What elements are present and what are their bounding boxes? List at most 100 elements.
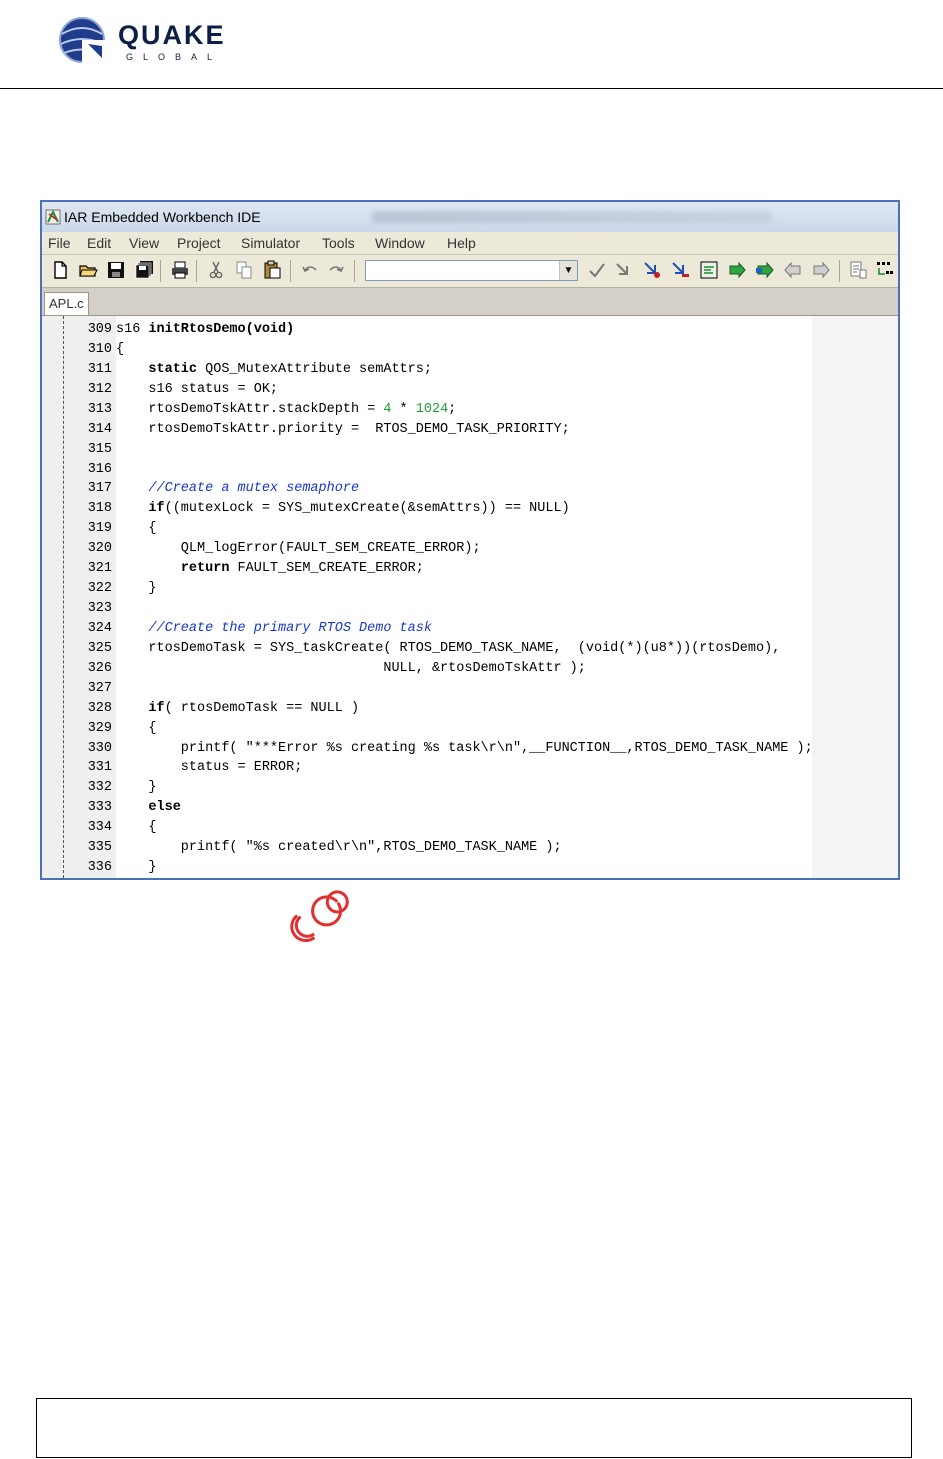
menu-file[interactable]: File bbox=[48, 235, 71, 251]
code-line[interactable]: 310{ bbox=[42, 340, 898, 360]
header-divider bbox=[0, 88, 943, 89]
code-line[interactable]: 317 //Create a mutex semaphore bbox=[42, 479, 898, 499]
code-line[interactable]: 328 if( rtosDemoTask == NULL ) bbox=[42, 699, 898, 719]
copy-icon[interactable] bbox=[234, 260, 254, 280]
code-token: { bbox=[116, 341, 125, 357]
code-line[interactable]: 323 bbox=[42, 599, 898, 619]
new-file-icon[interactable] bbox=[50, 260, 70, 280]
line-number: 311 bbox=[87, 361, 112, 377]
code-line[interactable]: 330 printf( "***Error %s creating %s tas… bbox=[42, 739, 898, 759]
code-line[interactable]: 325 rtosDemoTask = SYS_taskCreate( RTOS_… bbox=[42, 639, 898, 659]
code-line[interactable]: 335 printf( "%s created\r\n",RTOS_DEMO_T… bbox=[42, 838, 898, 858]
code-token: ((mutexLock = SYS_mutexCreate(&semAttrs)… bbox=[164, 501, 570, 517]
code-line[interactable]: 336 } bbox=[42, 858, 898, 878]
quake-global-logo: QUAKE GLOBAL bbox=[58, 14, 278, 70]
save-icon[interactable] bbox=[106, 260, 126, 280]
line-number: 336 bbox=[87, 860, 112, 876]
code-keyword: static bbox=[148, 361, 198, 377]
find-combo[interactable]: ▼ bbox=[365, 260, 578, 281]
code-line[interactable]: 329 { bbox=[42, 719, 898, 739]
file-tab-strip: APL.c bbox=[42, 288, 898, 316]
line-number: 329 bbox=[87, 720, 112, 736]
code-text: rtosDemoTskAttr.priority = RTOS_DEMO_TAS… bbox=[116, 420, 570, 440]
bookmark-next-icon[interactable] bbox=[670, 260, 690, 280]
paste-icon[interactable] bbox=[262, 260, 282, 280]
code-token: FAULT_SEM_CREATE_ERROR; bbox=[229, 561, 424, 577]
toolbar-separator bbox=[160, 260, 161, 282]
menu-view[interactable]: View bbox=[129, 235, 159, 251]
title-bar: IAR Embedded Workbench IDE bbox=[42, 202, 898, 232]
code-token: s16 bbox=[116, 322, 149, 337]
code-line[interactable]: 331 status = ERROR; bbox=[42, 758, 898, 778]
menu-simulator[interactable]: Simulator bbox=[241, 235, 300, 251]
registers-icon[interactable] bbox=[875, 260, 895, 280]
code-token: QOS_MutexAttribute semAttrs; bbox=[197, 361, 432, 377]
code-line[interactable]: 314 rtosDemoTskAttr.priority = RTOS_DEMO… bbox=[42, 420, 898, 440]
code-line[interactable]: 322 } bbox=[42, 579, 898, 599]
menu-project[interactable]: Project bbox=[177, 235, 221, 251]
bookmark-toggle-icon[interactable] bbox=[642, 260, 662, 280]
open-folder-icon[interactable] bbox=[78, 260, 98, 280]
code-line[interactable]: 319 { bbox=[42, 519, 898, 539]
line-number: 322 bbox=[87, 581, 112, 597]
line-number: 321 bbox=[87, 561, 112, 577]
code-text: { bbox=[116, 719, 157, 739]
code-line[interactable]: 320 QLM_logError(FAULT_SEM_CREATE_ERROR)… bbox=[42, 539, 898, 559]
code-token: { bbox=[116, 820, 157, 836]
menu-edit[interactable]: Edit bbox=[87, 235, 111, 251]
code-token: rtosDemoTask = SYS_taskCreate( RTOS_DEMO… bbox=[116, 640, 781, 656]
toolbar-separator bbox=[196, 260, 197, 282]
arrow-down-right-icon[interactable] bbox=[613, 260, 633, 280]
brand-sub: GLOBAL bbox=[126, 52, 223, 62]
code-editor[interactable]: 309 s16 initRtosDemo(void) 310{311 static … bbox=[42, 316, 898, 878]
code-keyword: else bbox=[148, 800, 181, 816]
code-line[interactable]: 311 static QOS_MutexAttribute semAttrs; bbox=[42, 360, 898, 380]
code-line[interactable]: 326 NULL, &rtosDemoTskAttr ); bbox=[42, 659, 898, 679]
line-number: 317 bbox=[87, 481, 112, 497]
code-line[interactable]: 315 bbox=[42, 440, 898, 460]
code-line[interactable]: 321 return FAULT_SEM_CREATE_ERROR; bbox=[42, 559, 898, 579]
code-token: { bbox=[116, 720, 157, 736]
save-all-icon[interactable] bbox=[134, 260, 154, 280]
code-line[interactable]: 334 { bbox=[42, 818, 898, 838]
code-line[interactable]: 327 bbox=[42, 679, 898, 699]
redo-icon[interactable] bbox=[326, 260, 346, 280]
blurred-background-title bbox=[372, 211, 772, 223]
code-line[interactable]: 332 } bbox=[42, 778, 898, 798]
print-icon[interactable] bbox=[170, 260, 190, 280]
code-comment: //Create the primary RTOS Demo task bbox=[148, 620, 432, 636]
globe-logo-icon bbox=[59, 17, 106, 64]
step-forward-icon[interactable] bbox=[811, 260, 831, 280]
chevron-down-icon[interactable]: ▼ bbox=[559, 261, 577, 280]
code-line[interactable]: 333 else bbox=[42, 798, 898, 818]
line-number: 314 bbox=[87, 421, 112, 437]
code-line[interactable]: 318 if((mutexLock = SYS_mutexCreate(&sem… bbox=[42, 499, 898, 519]
code-line[interactable]: 309 s16 initRtosDemo(void) bbox=[42, 320, 898, 340]
code-line[interactable]: 313 rtosDemoTskAttr.stackDepth = 4 * 102… bbox=[42, 400, 898, 420]
check-mark-icon[interactable] bbox=[587, 260, 607, 280]
make-icon[interactable] bbox=[727, 260, 747, 280]
code-token: rtosDemoTskAttr.priority = RTOS_DEMO_TAS… bbox=[116, 421, 570, 437]
code-line[interactable]: 324 //Create the primary RTOS Demo task bbox=[42, 619, 898, 639]
tab-apl-c[interactable]: APL.c bbox=[44, 292, 89, 315]
menu-bar: File Edit View Project Simulator Tools W… bbox=[42, 232, 898, 255]
line-number: 312 bbox=[87, 381, 112, 397]
debug-icon[interactable] bbox=[755, 260, 775, 280]
line-number: 330 bbox=[87, 740, 112, 756]
compile-icon[interactable] bbox=[699, 260, 719, 280]
menu-tools[interactable]: Tools bbox=[322, 235, 355, 251]
line-number: 326 bbox=[87, 660, 112, 676]
cut-icon[interactable] bbox=[206, 260, 226, 280]
menu-help[interactable]: Help bbox=[447, 235, 476, 251]
menu-window[interactable]: Window bbox=[375, 235, 425, 251]
step-back-icon[interactable] bbox=[783, 260, 803, 280]
code-text: QLM_logError(FAULT_SEM_CREATE_ERROR); bbox=[116, 539, 481, 559]
window-title: IAR Embedded Workbench IDE bbox=[64, 209, 261, 225]
code-text: { bbox=[116, 818, 157, 838]
disassembly-icon[interactable] bbox=[848, 260, 868, 280]
code-line[interactable]: 316 bbox=[42, 460, 898, 480]
undo-icon[interactable] bbox=[300, 260, 320, 280]
code-line[interactable]: 312 s16 status = OK; bbox=[42, 380, 898, 400]
